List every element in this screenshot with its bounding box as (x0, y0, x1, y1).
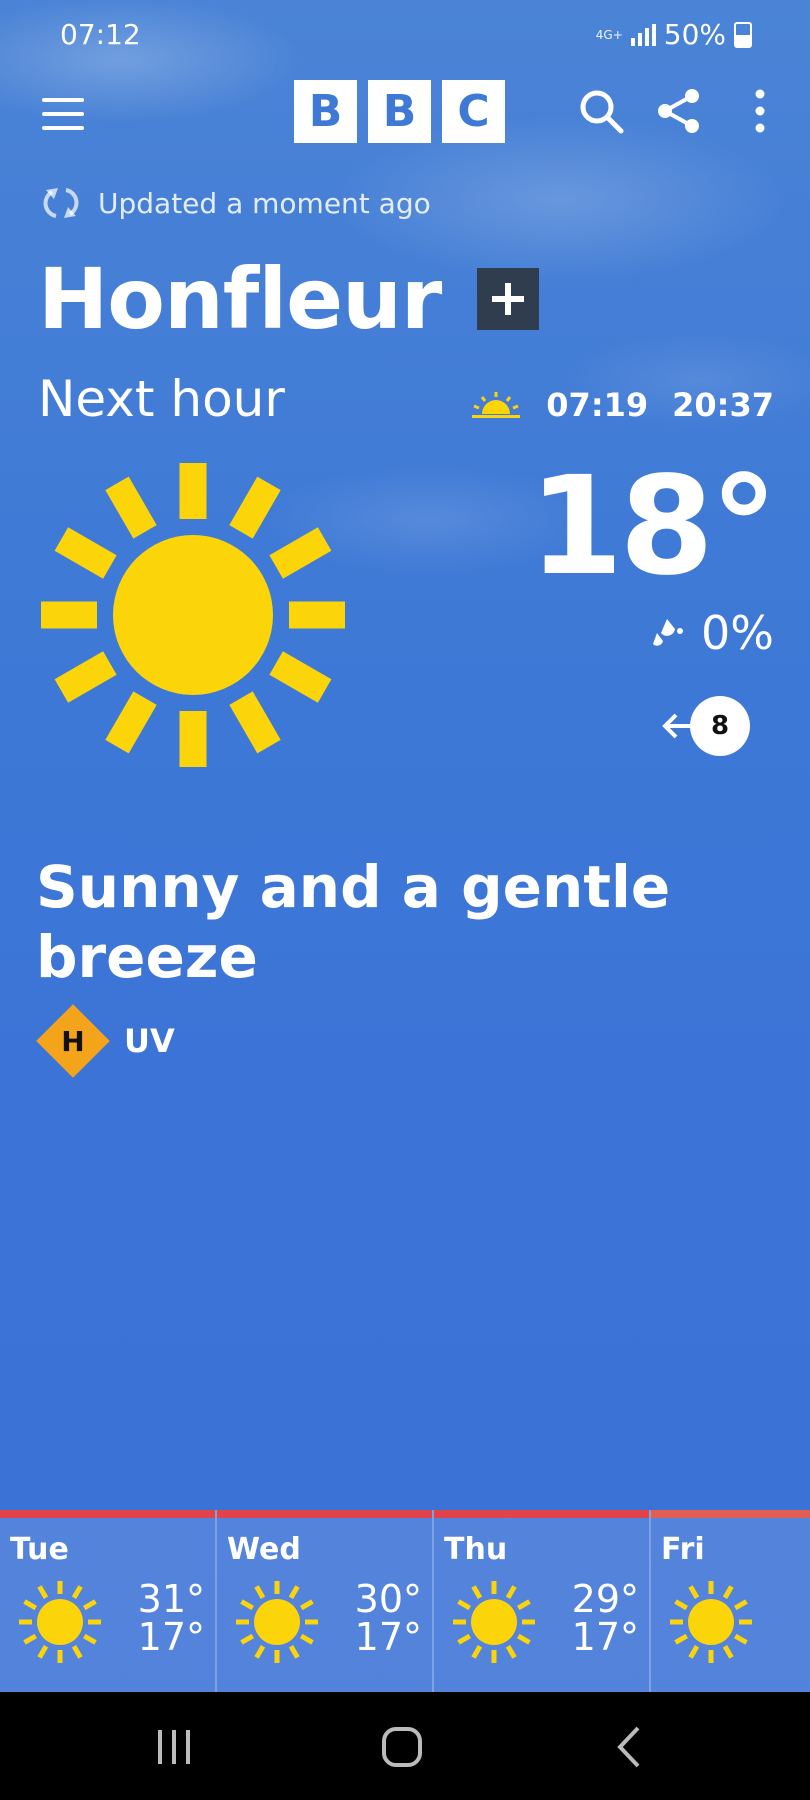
system-nav-bar (0, 1692, 810, 1800)
precipitation-chance: 0% (701, 606, 774, 660)
high-temp: 31° (137, 1577, 205, 1621)
status-time: 07:12 (60, 18, 141, 51)
forecast-day-thu[interactable]: Thu 29° 17° (434, 1510, 651, 1692)
raindrops-icon (653, 619, 684, 646)
location-name: Honfleur (38, 250, 442, 348)
sun-icon (236, 1581, 318, 1663)
add-location-button[interactable] (477, 268, 540, 330)
refresh-icon[interactable] (42, 184, 80, 222)
current-temperature: 18° (528, 448, 778, 606)
logo-block-b2: B (368, 80, 431, 143)
sunrise-icon (472, 392, 521, 418)
weather-summary: Sunny and a gentle breeze (36, 853, 671, 991)
signal-icon (630, 23, 656, 46)
day-name: Wed (227, 1532, 301, 1567)
logo-block-c: C (442, 80, 505, 143)
updated-text: Updated a moment ago (98, 186, 431, 220)
daily-forecast[interactable]: Tue 31° 17° Wed 30° 17° Thu 29° 17° Fri … (0, 1510, 810, 1692)
network-type: 4G+ (595, 27, 623, 42)
bbc-logo: B B C (294, 80, 505, 143)
logo-block-b1: B (294, 80, 357, 143)
day-name: Thu (444, 1532, 508, 1567)
status-indicators: 4G+ 50% (596, 18, 752, 51)
battery-icon (734, 21, 752, 48)
warning-bar (434, 1510, 649, 1518)
sun-icon (670, 1581, 752, 1663)
status-bar: 07:12 4G+ 50% (0, 0, 810, 72)
recents-icon[interactable] (144, 1722, 204, 1772)
forecast-day-tue[interactable]: Tue 31° 17° (0, 1510, 217, 1692)
day-temps: 31° 17° (138, 1580, 205, 1656)
sun-icon (41, 463, 345, 767)
sunrise-time: 07:19 (546, 386, 649, 424)
high-temp: 30° (354, 1577, 422, 1621)
home-icon[interactable] (372, 1722, 432, 1772)
day-temps: 30° 17° (355, 1580, 422, 1656)
wind-direction-arrow-icon (662, 713, 694, 739)
day-name: Fri (661, 1532, 705, 1567)
forecast-day-wed[interactable]: Wed 30° 17° (217, 1510, 434, 1692)
more-vertical-icon[interactable] (740, 86, 780, 136)
back-icon[interactable] (600, 1722, 660, 1772)
next-hour-label: Next hour (38, 370, 285, 428)
precipitation: 0% (647, 606, 774, 660)
high-temp: 29° (571, 1577, 639, 1621)
sun-icon (19, 1581, 101, 1663)
search-icon[interactable] (576, 86, 626, 136)
updated-status: Updated a moment ago (42, 184, 431, 222)
warning-bar (0, 1510, 215, 1518)
uv-level-badge: H (36, 1004, 110, 1078)
day-name: Tue (10, 1532, 69, 1567)
uv-indicator[interactable]: H UV (36, 1004, 175, 1078)
plus-icon (492, 283, 525, 315)
warning-bar (651, 1510, 810, 1518)
low-temp: 17° (137, 1615, 205, 1659)
forecast-day-fri[interactable]: Fri 2 (651, 1510, 810, 1692)
day-temps: 29° 17° (572, 1580, 639, 1656)
warning-bar (217, 1510, 432, 1518)
share-icon[interactable] (654, 86, 704, 136)
sun-icon (453, 1581, 535, 1663)
app-header: B B C (0, 72, 810, 152)
uv-label: UV (124, 1022, 175, 1060)
location-header: Honfleur (38, 250, 540, 348)
uv-level: H (61, 1024, 85, 1058)
sunset-time: 20:37 (672, 386, 774, 424)
wind-speed-badge: 8 (690, 696, 750, 756)
low-temp: 17° (354, 1615, 422, 1659)
low-temp: 17° (571, 1615, 639, 1659)
battery-percent: 50% (663, 18, 726, 51)
hamburger-menu-icon[interactable] (42, 98, 84, 130)
wind: 8 (660, 696, 750, 756)
sun-times: 07:19 20:37 (470, 386, 774, 424)
